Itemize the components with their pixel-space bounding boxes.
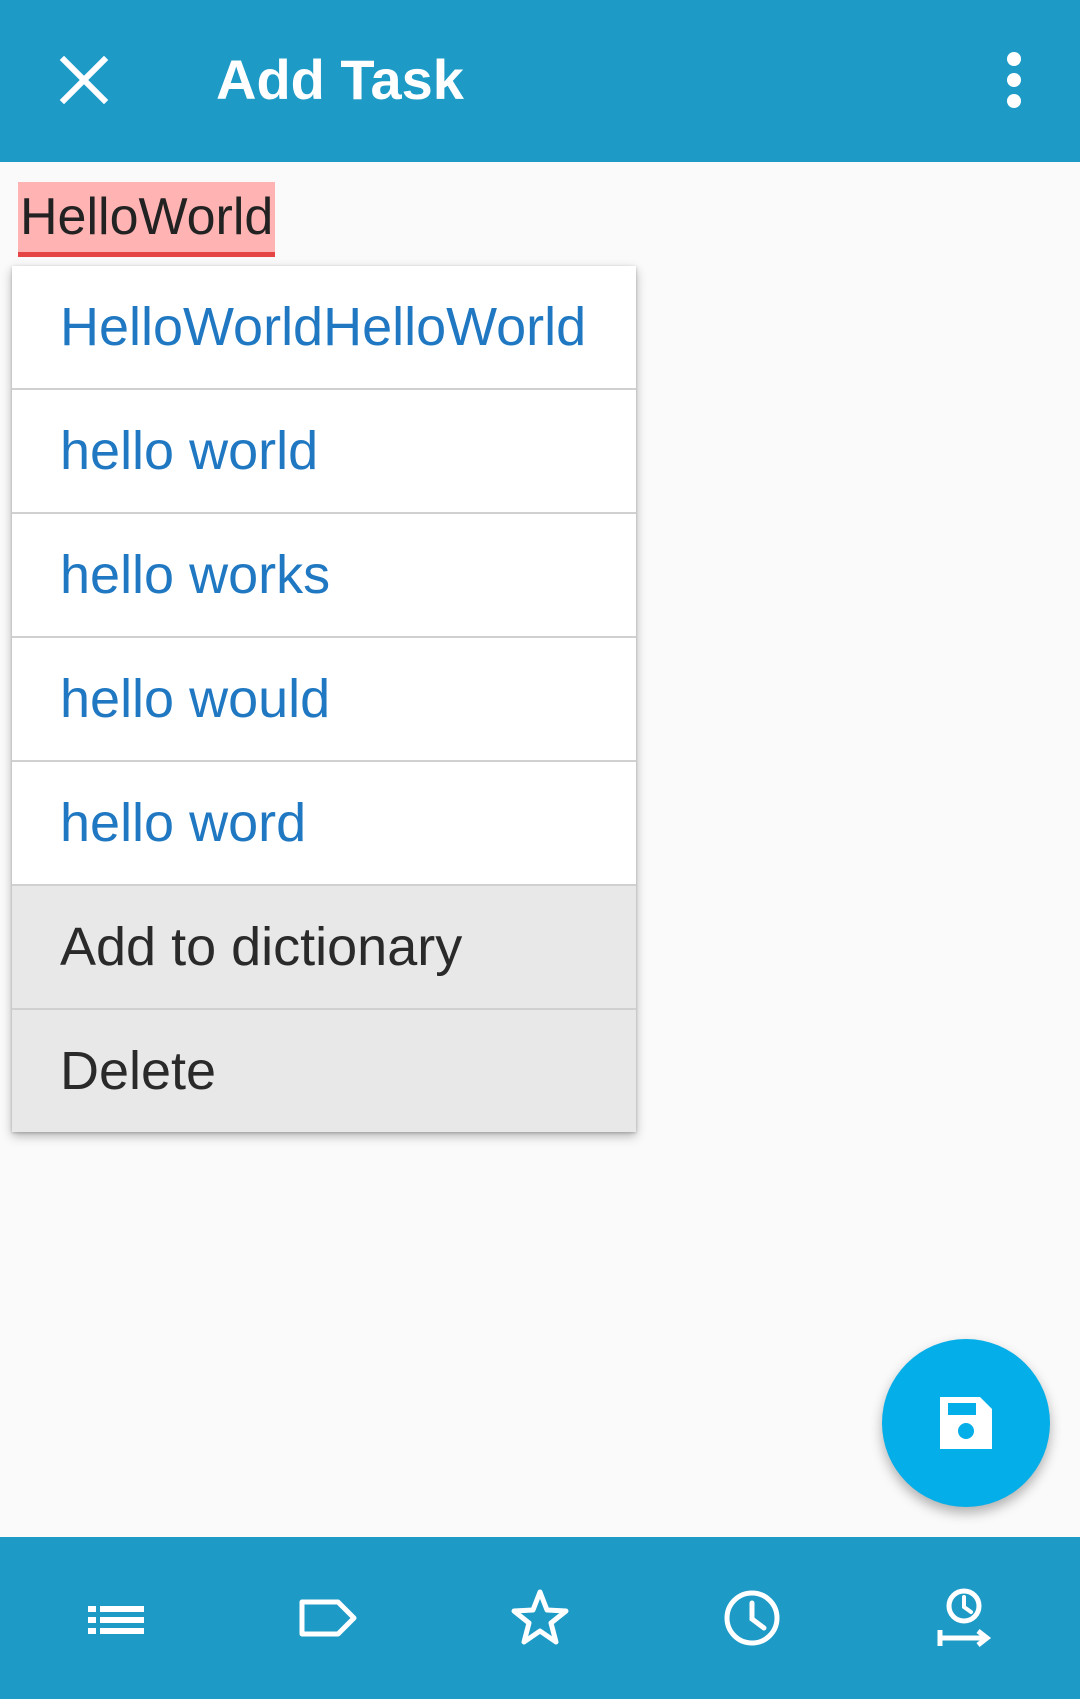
add-to-dictionary-item[interactable]: Add to dictionary [12, 886, 636, 1010]
page-title: Add Task [216, 48, 464, 111]
bottom-nav-bar [0, 1537, 1080, 1699]
clock-icon[interactable] [722, 1588, 782, 1648]
suggestion-item[interactable]: hello word [12, 762, 636, 886]
suggestion-item[interactable]: HelloWorldHelloWorld [12, 266, 636, 390]
suggestion-item[interactable]: hello works [12, 514, 636, 638]
suggestion-item[interactable]: hello would [12, 638, 636, 762]
spellcheck-menu: HelloWorldHelloWorld hello world hello w… [12, 266, 636, 1132]
close-icon[interactable] [54, 50, 114, 110]
delete-item[interactable]: Delete [12, 1010, 636, 1132]
app-bar: Add Task [0, 0, 1080, 162]
save-icon [940, 1397, 992, 1449]
more-vert-icon[interactable] [990, 50, 1038, 110]
star-icon[interactable] [510, 1588, 570, 1648]
suggestion-item[interactable]: hello world [12, 390, 636, 514]
label-icon[interactable] [298, 1588, 358, 1648]
reminder-icon[interactable] [934, 1588, 994, 1648]
task-title-input[interactable]: HelloWorld [18, 182, 276, 257]
save-button[interactable] [882, 1339, 1050, 1507]
list-icon[interactable] [86, 1588, 146, 1648]
